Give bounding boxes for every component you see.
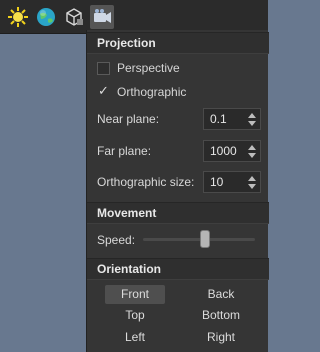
camera-settings-panel: Projection Perspective ✓ Orthographic Ne… xyxy=(86,30,269,352)
cube-icon[interactable] xyxy=(62,5,86,29)
orthographic-label: Orthographic xyxy=(117,85,187,99)
increment-arrow-icon[interactable] xyxy=(248,175,256,181)
orthographic-option[interactable]: ✓ Orthographic xyxy=(97,82,187,100)
check-icon: ✓ xyxy=(98,82,109,98)
camera-settings-icon[interactable] xyxy=(90,5,114,29)
bottom-view-button[interactable]: Bottom xyxy=(191,306,251,325)
orientation-header: Orientation xyxy=(87,258,269,280)
ortho-size-spinbox[interactable]: 10 xyxy=(203,171,261,193)
increment-arrow-icon[interactable] xyxy=(248,144,256,150)
top-view-button[interactable]: Top xyxy=(105,306,165,325)
near-plane-label: Near plane: xyxy=(97,112,160,126)
ortho-size-value[interactable]: 10 xyxy=(204,175,246,189)
orthographic-checkbox[interactable]: ✓ xyxy=(97,82,110,99)
back-view-button[interactable]: Back xyxy=(191,285,251,304)
far-plane-value[interactable]: 1000 xyxy=(204,144,246,158)
sun-icon[interactable] xyxy=(6,5,30,29)
perspective-label: Perspective xyxy=(117,61,180,75)
perspective-checkbox[interactable] xyxy=(97,61,110,75)
globe-icon[interactable] xyxy=(34,5,58,29)
near-plane-value[interactable]: 0.1 xyxy=(204,112,246,126)
ortho-size-label: Orthographic size: xyxy=(97,175,195,189)
speed-label: Speed: xyxy=(97,233,136,247)
projection-header: Projection xyxy=(87,32,269,54)
right-view-button[interactable]: Right xyxy=(191,328,251,347)
movement-header: Movement xyxy=(87,202,269,224)
near-plane-spinbox[interactable]: 0.1 xyxy=(203,108,261,130)
scene-viewport[interactable] xyxy=(0,34,86,352)
decrement-arrow-icon[interactable] xyxy=(248,183,256,189)
perspective-option[interactable]: Perspective xyxy=(97,61,180,75)
far-plane-spinbox[interactable]: 1000 xyxy=(203,140,261,162)
increment-arrow-icon[interactable] xyxy=(248,112,256,118)
far-plane-label: Far plane: xyxy=(97,144,152,158)
left-view-button[interactable]: Left xyxy=(105,328,165,347)
speed-slider-thumb[interactable] xyxy=(199,230,210,248)
scene-toolbar xyxy=(0,0,268,34)
front-view-button[interactable]: Front xyxy=(105,285,165,304)
decrement-arrow-icon[interactable] xyxy=(248,152,256,158)
decrement-arrow-icon[interactable] xyxy=(248,120,256,126)
